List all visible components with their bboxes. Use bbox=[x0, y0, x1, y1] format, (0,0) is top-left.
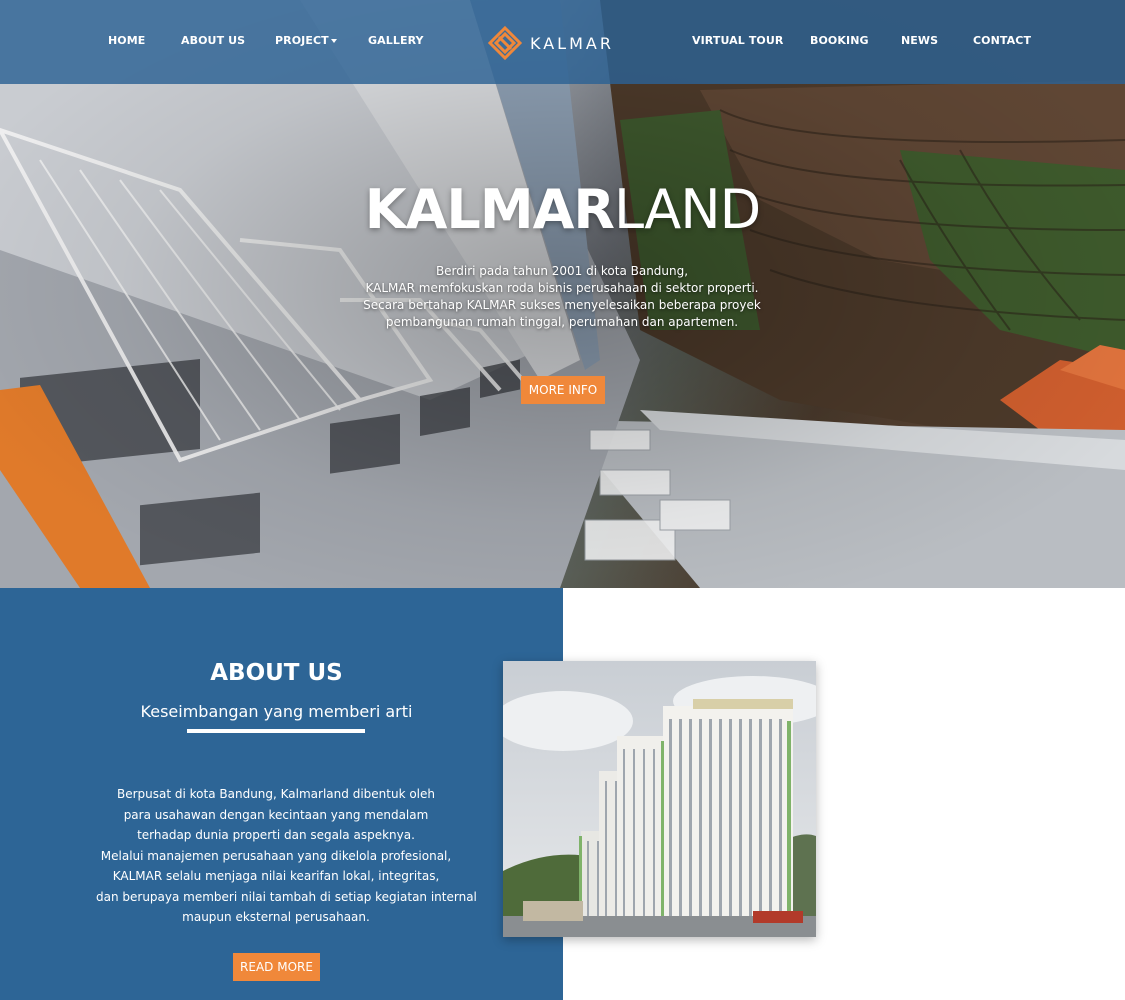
main-navbar: HOME ABOUT US PROJECT GALLERY KALMAR VIR… bbox=[0, 0, 1125, 84]
about-body: Berpusat di kota Bandung, Kalmarland dib… bbox=[96, 784, 477, 928]
about-body-line: KALMAR selalu menjaga nilai kearifan lok… bbox=[112, 869, 440, 883]
about-body-line: dan berupaya memberi nilai tambah di set… bbox=[96, 889, 477, 904]
hero-title-bold: KALMAR bbox=[364, 178, 615, 241]
nav-about-us[interactable]: ABOUT US bbox=[181, 34, 245, 47]
nav-gallery[interactable]: GALLERY bbox=[368, 34, 424, 47]
brand-logo-link[interactable]: KALMAR bbox=[488, 26, 614, 60]
apartment-building-photo bbox=[503, 661, 816, 937]
about-subtitle: Keseimbangan yang memberi arti bbox=[140, 702, 413, 721]
about-divider bbox=[187, 729, 365, 733]
hero-description: Berdiri pada tahun 2001 di kota Bandung,… bbox=[312, 263, 812, 331]
about-body-line: Berpusat di kota Bandung, Kalmarland dib… bbox=[116, 787, 435, 801]
nav-project-dropdown[interactable]: PROJECT bbox=[275, 34, 337, 47]
hero-title-light: LAND bbox=[613, 178, 761, 241]
hero-description-line: pembangunan rumah tinggal, perumahan dan… bbox=[385, 315, 739, 329]
hero-description-line: KALMAR memfokuskan roda bisnis perusahaa… bbox=[365, 281, 759, 295]
about-body-line: para usahawan dengan kecintaan yang mend… bbox=[123, 807, 429, 822]
read-more-button[interactable]: READ MORE bbox=[233, 953, 320, 981]
nav-news[interactable]: NEWS bbox=[901, 34, 938, 47]
about-body-line: maupun eksternal perusahaan. bbox=[182, 910, 370, 924]
brand-name: KALMAR bbox=[530, 33, 614, 53]
nav-project-label: PROJECT bbox=[275, 34, 329, 47]
nav-booking[interactable]: BOOKING bbox=[810, 34, 869, 47]
nav-virtual-tour[interactable]: VIRTUAL TOUR bbox=[692, 34, 784, 47]
kalmar-diamond-logo-icon bbox=[488, 26, 522, 60]
about-body-line: terhadap dunia properti dan segala aspek… bbox=[137, 828, 415, 842]
hero-description-line: Berdiri pada tahun 2001 di kota Bandung, bbox=[435, 264, 689, 278]
more-info-button[interactable]: MORE INFO bbox=[521, 376, 605, 404]
hero-title: KALMARLAND bbox=[0, 180, 1125, 240]
hero-description-line: Secara bertahap KALMAR sukses menyelesai… bbox=[363, 298, 761, 312]
nav-contact[interactable]: CONTACT bbox=[973, 34, 1031, 47]
caret-down-icon bbox=[330, 39, 337, 43]
apartment-building-image bbox=[503, 661, 816, 937]
about-body-line: Melalui manajemen perusahaan yang dikelo… bbox=[100, 848, 452, 863]
nav-home[interactable]: HOME bbox=[108, 34, 145, 47]
about-title: ABOUT US bbox=[210, 660, 343, 686]
